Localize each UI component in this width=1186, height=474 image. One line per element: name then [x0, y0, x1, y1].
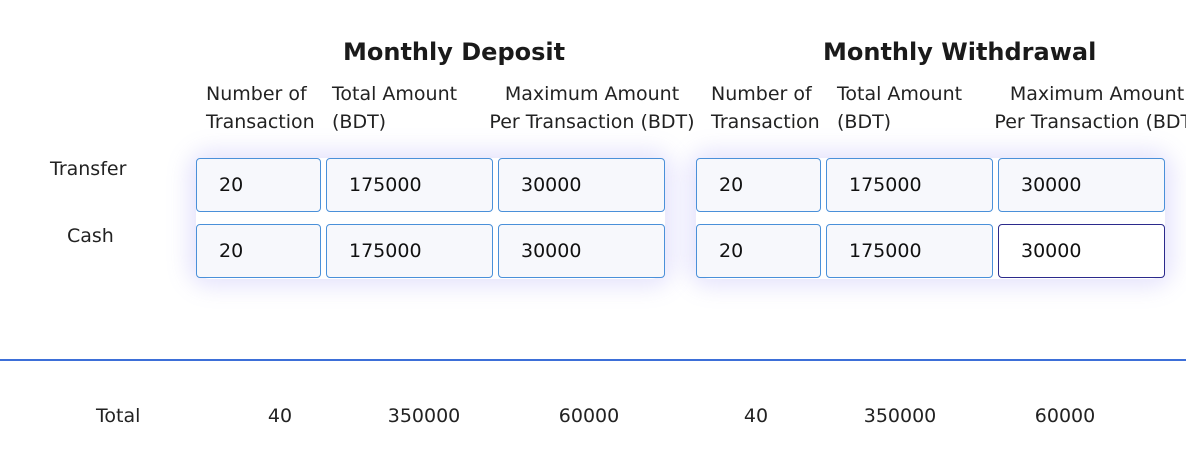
withdrawal-transfer-max-input[interactable] [998, 158, 1165, 212]
header-line: Transaction [711, 111, 820, 133]
header-line: Maximum Amount [504, 83, 680, 105]
total-row-label: Total [96, 405, 141, 427]
withdrawal-transfer-count-input[interactable] [696, 158, 821, 212]
header-line: Number of [711, 83, 812, 105]
header-line: Total Amount [332, 83, 458, 105]
deposit-transfer-total-input[interactable] [326, 158, 493, 212]
cash-row-label: Cash [67, 225, 114, 247]
header-line: Maximum Amount [1009, 83, 1185, 105]
deposit-total-count: 40 [267, 405, 293, 427]
withdrawal-transfer-total-input[interactable] [826, 158, 993, 212]
withdrawal-total-amount: 350000 [863, 405, 937, 427]
header-line: Transaction [206, 111, 315, 133]
header-line: Per Transaction (BDT) [994, 111, 1186, 133]
deposit-count-header: Number of Transaction [206, 80, 315, 136]
deposit-max-header: Maximum Amount Per Transaction (BDT) [488, 80, 696, 136]
deposit-cash-max-input[interactable] [498, 224, 665, 278]
deposit-transfer-max-input[interactable] [498, 158, 665, 212]
deposit-cash-total-input[interactable] [326, 224, 493, 278]
withdrawal-cash-total-input[interactable] [826, 224, 993, 278]
withdrawal-max-header: Maximum Amount Per Transaction (BDT) [993, 80, 1186, 136]
header-line: (BDT) [837, 111, 892, 133]
deposit-cash-count-input[interactable] [196, 224, 321, 278]
withdrawal-total-max: 60000 [1034, 405, 1096, 427]
totals-divider [0, 359, 1186, 361]
withdrawal-total-count: 40 [743, 405, 769, 427]
deposit-total-header: Total Amount (BDT) [332, 80, 457, 136]
deposit-section-title: Monthly Deposit [343, 38, 566, 66]
withdrawal-total-header: Total Amount (BDT) [837, 80, 962, 136]
header-line: Number of [206, 83, 307, 105]
deposit-total-max: 60000 [558, 405, 620, 427]
header-line: Per Transaction (BDT) [489, 111, 695, 133]
transfer-row-label: Transfer [50, 158, 127, 180]
withdrawal-cash-count-input[interactable] [696, 224, 821, 278]
header-line: (BDT) [332, 111, 387, 133]
withdrawal-count-header: Number of Transaction [711, 80, 820, 136]
withdrawal-cash-max-input[interactable] [998, 224, 1165, 278]
withdrawal-section-title: Monthly Withdrawal [823, 38, 1097, 66]
deposit-total-amount: 350000 [387, 405, 461, 427]
deposit-transfer-count-input[interactable] [196, 158, 321, 212]
header-line: Total Amount [837, 83, 963, 105]
